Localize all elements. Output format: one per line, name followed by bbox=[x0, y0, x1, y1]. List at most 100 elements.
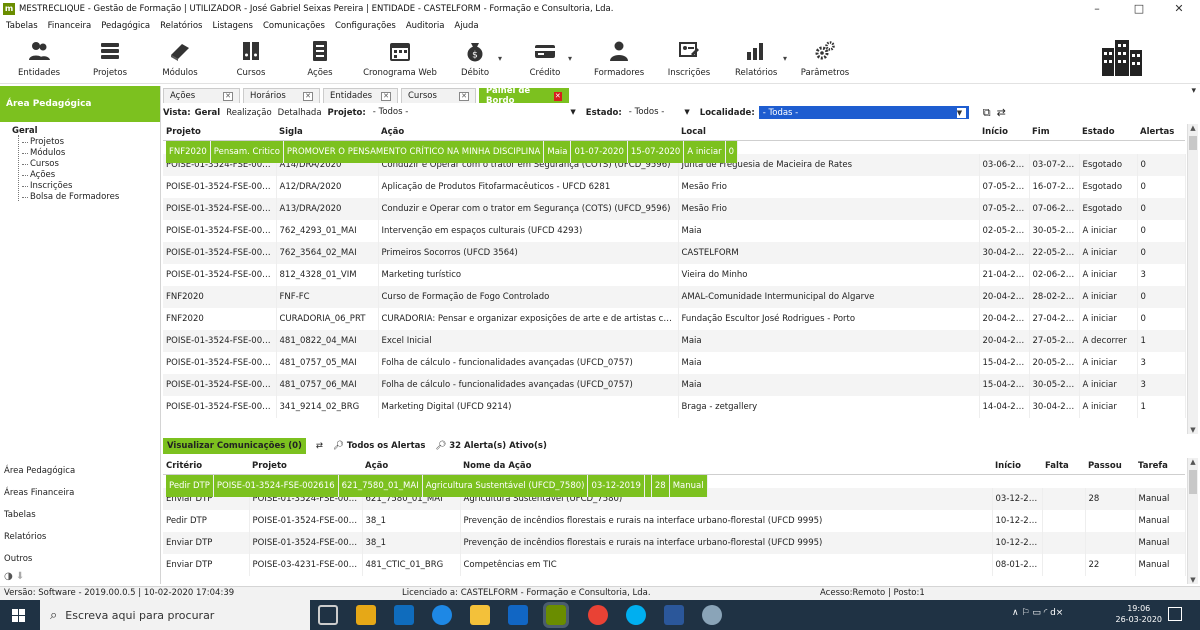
scrollbar-thumb[interactable] bbox=[1189, 136, 1197, 150]
taskbar-search-box[interactable]: ⌕ Escreva aqui para procurar bbox=[40, 600, 310, 630]
col-sigla[interactable]: Sigla bbox=[276, 124, 378, 141]
tab-entidades[interactable]: Entidades ✕ bbox=[323, 88, 398, 103]
nav-outros[interactable]: Outros bbox=[4, 554, 32, 564]
toolbar-debito-button[interactable]: $ Débito ▾ bbox=[458, 38, 502, 78]
table-row[interactable]: POISE-01-3524-FSE-002616 481_0757_05_MAI F… bbox=[163, 351, 1186, 374]
alerts-table-scrollbar[interactable]: ▲ ▼ bbox=[1187, 458, 1198, 584]
tree-root-geral[interactable]: Geral bbox=[4, 126, 160, 137]
menu-financeira[interactable]: Financeira bbox=[48, 21, 92, 31]
menu-pedagogica[interactable]: Pedagógica bbox=[101, 21, 150, 31]
projeto-select[interactable]: - Todos - ▼ bbox=[370, 106, 578, 119]
taskbar-clock[interactable]: 19:06 26-03-2020 bbox=[1116, 603, 1163, 625]
col-fim[interactable]: Fim bbox=[1029, 124, 1079, 141]
system-tray-icons[interactable]: ∧ ⚐ ▭ ◜ d× bbox=[1012, 608, 1063, 618]
table-row[interactable]: POISE-01-3524-FSE-002616 762_4293_01_MAI I… bbox=[163, 219, 1186, 242]
col-passou[interactable]: Passou bbox=[1085, 458, 1135, 475]
nav-tabelas[interactable]: Tabelas bbox=[4, 510, 36, 520]
toolbar-credito-button[interactable]: Crédito ▾ bbox=[528, 38, 572, 78]
table-row[interactable]: FNF2020 Pensam. Critico PROMOVER O PENSAME… bbox=[163, 140, 741, 163]
close-tab-icon[interactable]: ✕ bbox=[303, 91, 313, 101]
word-icon[interactable] bbox=[664, 605, 684, 625]
col-inicio[interactable]: Início bbox=[992, 458, 1042, 475]
relatorios-dropdown-arrow[interactable]: ▾ bbox=[783, 54, 787, 63]
col-inicio[interactable]: Início bbox=[979, 124, 1029, 141]
mail-icon[interactable] bbox=[394, 605, 414, 625]
menu-listagens[interactable]: Listagens bbox=[212, 21, 253, 31]
scroll-down-icon[interactable]: ▼ bbox=[1188, 576, 1198, 584]
localidade-select[interactable]: - Todas - ▼ bbox=[758, 106, 969, 119]
skype-icon[interactable] bbox=[626, 605, 646, 625]
table-row[interactable]: POISE-01-3524-FSE-002616 481_0822_04_MAI E… bbox=[163, 329, 1186, 352]
tab-horarios[interactable]: Horários ✕ bbox=[243, 88, 320, 103]
export-icon[interactable]: ⧉ bbox=[983, 106, 991, 120]
menu-auditoria[interactable]: Auditoria bbox=[406, 21, 445, 31]
col-projeto[interactable]: Projeto bbox=[163, 124, 276, 141]
minimize-button[interactable]: – bbox=[1080, 0, 1114, 18]
table-row[interactable]: FNF2020 CURADORIA_06_PRT CURADORIA: Pensar… bbox=[163, 307, 1186, 330]
tree-item-modulos[interactable]: Módulos bbox=[4, 148, 160, 159]
table-row[interactable]: POISE-01-3524-FSE-002616 341_9214_02_BRG M… bbox=[163, 395, 1186, 418]
credito-dropdown-arrow[interactable]: ▾ bbox=[568, 54, 572, 63]
tab-painel-de-bordo[interactable]: Painel de Bordo ✕ bbox=[479, 86, 569, 106]
all-alerts-button[interactable]: 🔎︎ Todos os Alertas bbox=[333, 441, 425, 451]
toolbar-relatorios-button[interactable]: Relatórios ▾ bbox=[735, 38, 787, 78]
col-acao[interactable]: Ação bbox=[378, 124, 678, 141]
tab-cursos[interactable]: Cursos ✕ bbox=[401, 88, 476, 103]
col-falta[interactable]: Falta bbox=[1042, 458, 1085, 475]
alert-row[interactable]: Enviar DTP POISE-03-4231-FSE-002025 481_CT… bbox=[163, 553, 1186, 576]
vista-geral-option[interactable]: Geral bbox=[195, 108, 221, 118]
tree-item-inscricoes[interactable]: Inscrições bbox=[4, 181, 160, 192]
windows-start-icon[interactable] bbox=[12, 609, 25, 622]
task-view-icon[interactable] bbox=[318, 605, 338, 625]
notifications-icon[interactable] bbox=[1168, 607, 1182, 621]
close-tab-icon[interactable]: ✕ bbox=[553, 91, 562, 101]
outlook-icon[interactable] bbox=[508, 605, 528, 625]
actions-table-scrollbar[interactable]: ▲ ▼ bbox=[1187, 124, 1198, 434]
collapse-toolbar-icon[interactable]: ▾ bbox=[1191, 86, 1196, 96]
nav-relatorios[interactable]: Relatórios bbox=[4, 532, 46, 542]
scroll-down-icon[interactable]: ▼ bbox=[1188, 426, 1198, 434]
table-row[interactable]: POISE-01-3524-FSE-002616 A13/DRA/2020 Cond… bbox=[163, 197, 1186, 220]
table-row[interactable]: POISE-01-3524-FSE-002616 481_0757_06_MAI F… bbox=[163, 373, 1186, 396]
nav-area-pedagogica[interactable]: Área Pedagógica bbox=[4, 466, 75, 476]
edge-browser-icon[interactable] bbox=[432, 605, 452, 625]
col-alertas[interactable]: Alertas bbox=[1137, 124, 1185, 141]
table-row[interactable]: POISE-01-3524-FSE-000877 812_4328_01_VIM M… bbox=[163, 263, 1186, 286]
mestreclique-app-icon[interactable] bbox=[543, 602, 569, 628]
close-tab-icon[interactable]: ✕ bbox=[381, 91, 391, 101]
table-row[interactable]: POISE-01-3524-FSE-002616 A12/DRA/2020 Apli… bbox=[163, 175, 1186, 198]
debito-dropdown-arrow[interactable]: ▾ bbox=[498, 54, 502, 63]
menu-tabelas[interactable]: Tabelas bbox=[6, 21, 38, 31]
refresh-icon[interactable]: ⇄ bbox=[997, 106, 1006, 119]
chrome-icon[interactable] bbox=[588, 605, 608, 625]
tree-item-cursos[interactable]: Cursos bbox=[4, 159, 160, 170]
toolbar-modulos-button[interactable]: Módulos bbox=[160, 38, 200, 78]
scrollbar-thumb[interactable] bbox=[1189, 470, 1197, 494]
toolbar-projetos-button[interactable]: Projetos bbox=[90, 38, 130, 78]
settings-app-icon[interactable] bbox=[702, 605, 722, 625]
maximize-button[interactable]: □ bbox=[1122, 0, 1156, 18]
active-alerts-button[interactable]: 🔎︎ 32 Alerta(s) Ativo(s) bbox=[435, 441, 546, 451]
toolbar-acoes-button[interactable]: Ações bbox=[302, 38, 338, 78]
nav-areas-financeira[interactable]: Áreas Financeira bbox=[4, 488, 74, 498]
toolbar-cronograma-button[interactable]: Cronograma Web bbox=[362, 38, 438, 78]
alert-row[interactable]: Pedir DTP POISE-01-3524-FSE-002616 38_1 Pre… bbox=[163, 509, 1186, 532]
menu-relatorios[interactable]: Relatórios bbox=[160, 21, 202, 31]
download-icon[interactable]: ⬇ bbox=[16, 571, 24, 582]
col-tarefa[interactable]: Tarefa bbox=[1135, 458, 1185, 475]
vista-detalhada-option[interactable]: Detalhada bbox=[278, 108, 322, 118]
tree-item-bolsa-formadores[interactable]: Bolsa de Formadores bbox=[4, 192, 160, 203]
vista-realizacao-option[interactable]: Realização bbox=[226, 108, 271, 118]
tree-item-acoes[interactable]: Ações bbox=[4, 170, 160, 181]
col-local[interactable]: Local bbox=[678, 124, 979, 141]
scroll-up-icon[interactable]: ▲ bbox=[1188, 124, 1198, 132]
table-row[interactable]: POISE-01-3524-FSE-002616 762_3564_02_MAI P… bbox=[163, 241, 1186, 264]
file-explorer-icon[interactable] bbox=[470, 605, 490, 625]
menu-ajuda[interactable]: Ajuda bbox=[454, 21, 478, 31]
toolbar-formadores-button[interactable]: Formadores bbox=[594, 38, 644, 78]
menu-comunicacoes[interactable]: Comunicações bbox=[263, 21, 325, 31]
col-acao[interactable]: Ação bbox=[362, 458, 460, 475]
close-window-button[interactable]: ✕ bbox=[1162, 0, 1196, 18]
alert-row[interactable]: Pedir DTP POISE-01-3524-FSE-002616 621_758… bbox=[163, 474, 711, 497]
table-row[interactable]: FNF2020 FNF-FC Curso de Formação de Fogo C… bbox=[163, 285, 1186, 308]
